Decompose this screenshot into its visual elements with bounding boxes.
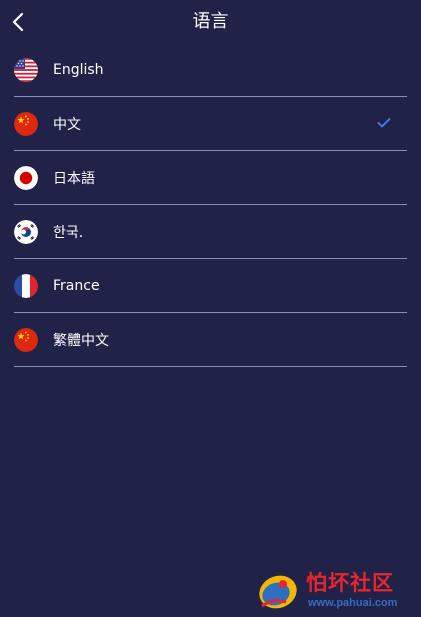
language-label: 日本語 [53,170,95,187]
japan-flag-icon [14,165,38,190]
language-item-chinese[interactable]: 中文 [14,97,407,151]
language-label: 繁體中文 [53,332,109,349]
korea-flag-icon [14,219,38,244]
china-flag-icon [14,111,38,136]
language-settings-screen: 语言 English 中文 日本語 한국. France 繁體中文 怕坏社区 w… [0,0,421,617]
language-item-english[interactable]: English [14,43,407,97]
watermark-title: 怕坏社区 [306,571,394,595]
watermark-logo-icon [259,575,297,609]
watermark-url: www.pahuai.com [308,597,398,609]
check-icon [377,118,391,128]
header: 语言 [0,0,421,44]
language-label: 中文 [53,116,81,133]
language-item-japanese[interactable]: 日本語 [14,151,407,205]
watermark: 怕坏社区 www.pahuai.com [256,568,421,614]
language-label: France [53,277,100,294]
us-flag-icon [14,57,38,82]
language-item-france[interactable]: France [14,259,407,313]
language-item-korean[interactable]: 한국. [14,205,407,259]
language-item-traditional-chinese[interactable]: 繁體中文 [14,313,407,367]
language-label: English [53,61,104,78]
page-title: 语言 [192,11,229,32]
china-flag-icon [14,327,38,352]
france-flag-icon [14,273,38,298]
language-label: 한국. [53,224,84,241]
language-list: English 中文 日本語 한국. France 繁體中文 [14,43,407,367]
